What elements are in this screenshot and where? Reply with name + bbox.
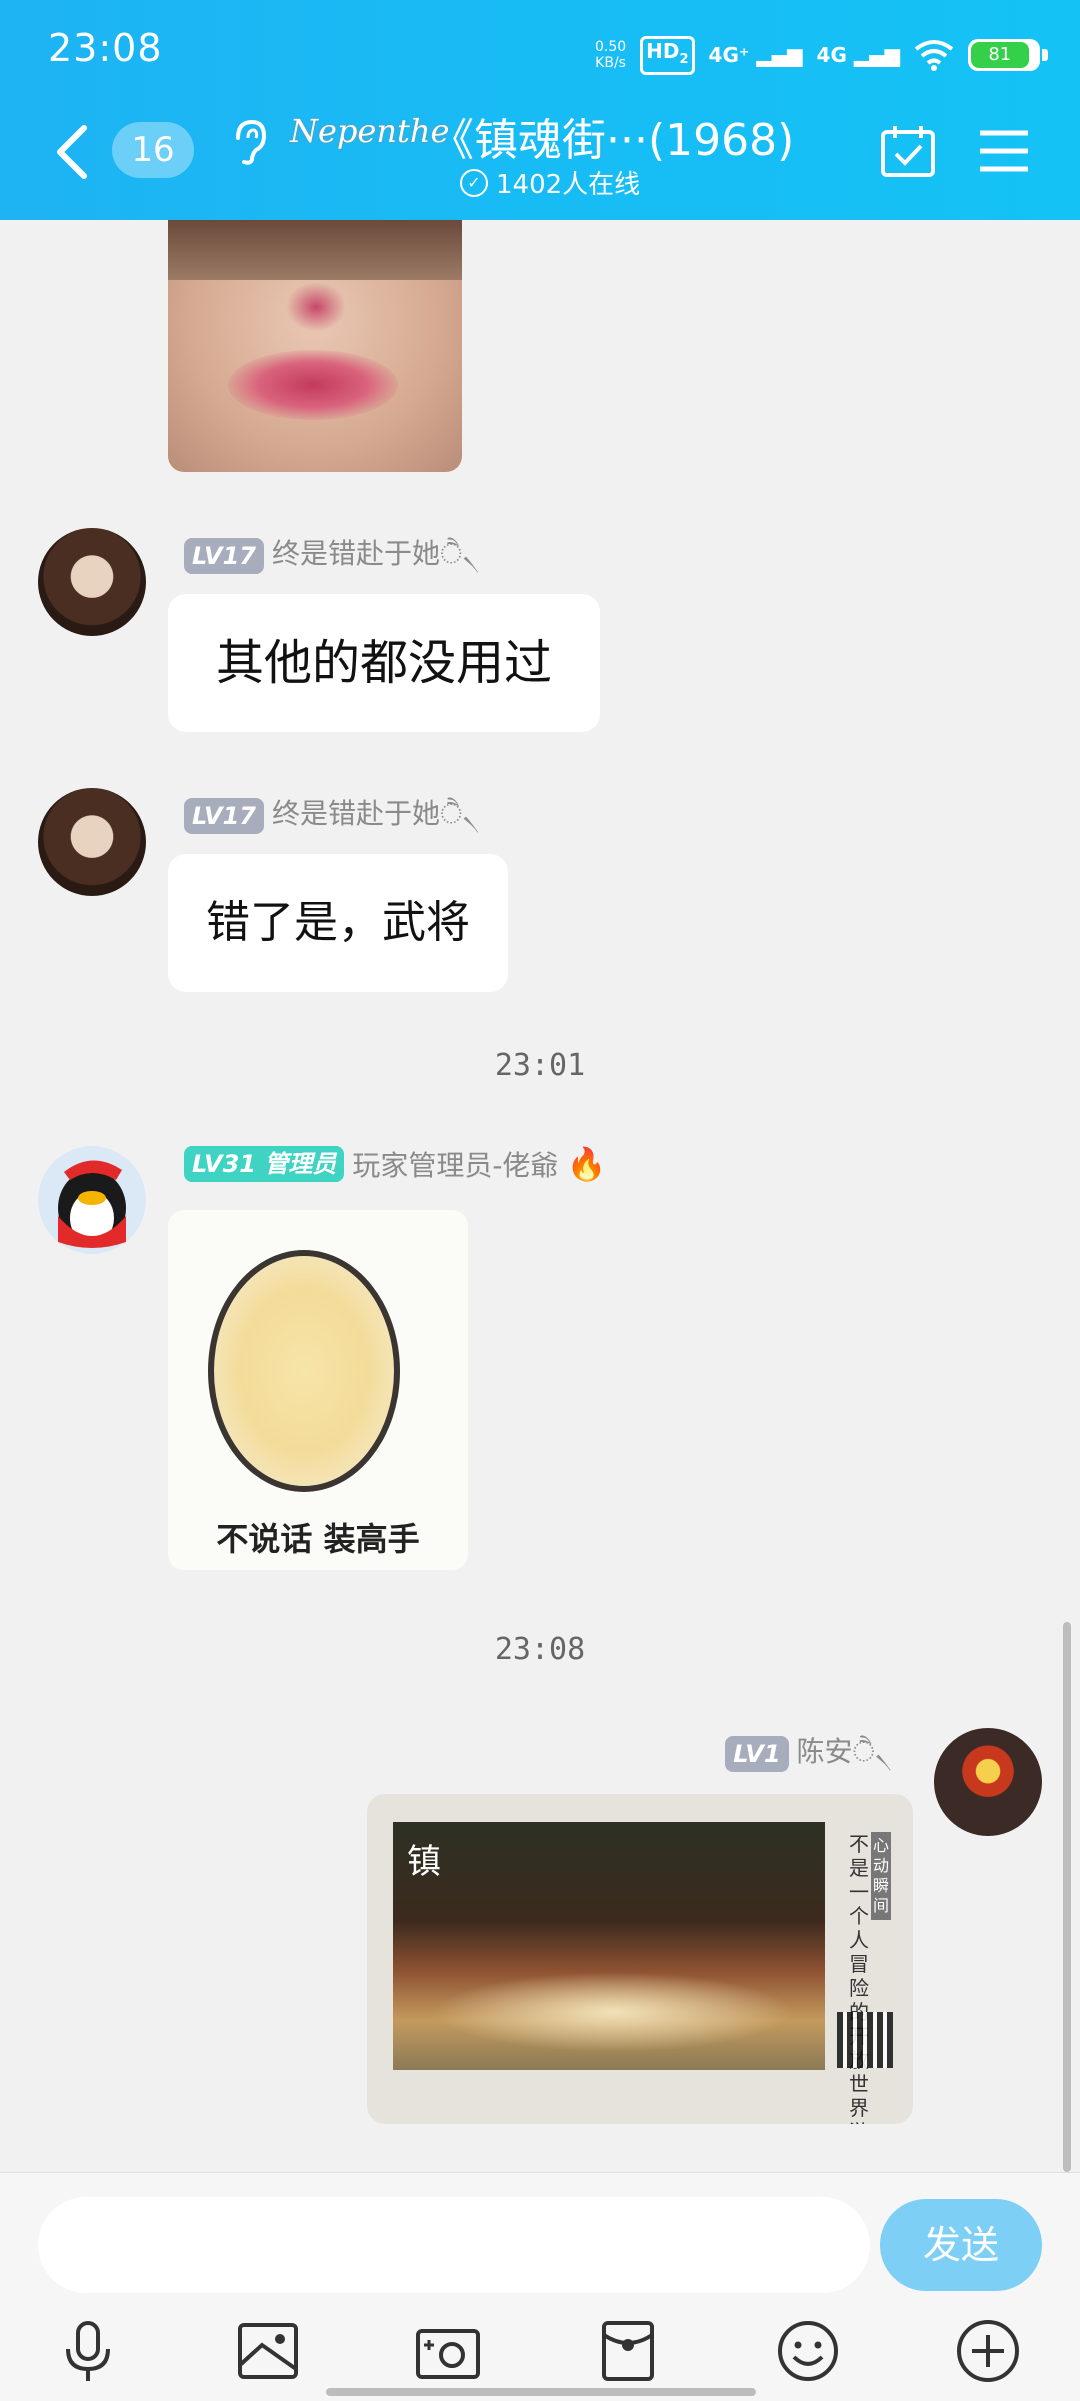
card-tag: 心动瞬间 <box>871 1832 891 1920</box>
scrollbar[interactable] <box>1063 1622 1071 2172</box>
sender-name[interactable]: 终是错赴于她ੈ৲ <box>272 792 479 839</box>
red-packet-icon[interactable] <box>592 2315 664 2387</box>
online-check-icon: ✓ <box>460 168 488 197</box>
level-badge: LV17 <box>184 797 264 834</box>
battery-level: 81 <box>971 42 1029 68</box>
message-input[interactable] <box>38 2197 870 2293</box>
avatar[interactable] <box>38 788 146 896</box>
penguin-avatar-icon <box>58 1160 126 1248</box>
calendar-check-icon[interactable] <box>880 124 936 178</box>
group-logo: Nepenthe <box>290 112 450 150</box>
qr-code-icon <box>837 2012 893 2068</box>
status-icons: 0.50 KB/s HD2 4G⁺ ▂▄▆ 4G ▂▄▆ 81 <box>594 30 1048 80</box>
home-indicator[interactable] <box>326 2388 756 2396</box>
sender-name[interactable]: 陈安ੈ৲ <box>797 1730 892 1777</box>
menu-icon[interactable] <box>978 128 1030 174</box>
admin-level-badge: LV31 管理员 <box>184 1146 345 1182</box>
message-list[interactable]: LV17 终是错赴于她ੈ৲ 其他的都没用过 LV17 终是错赴于她ੈ৲ 错了是，… <box>0 220 1080 2172</box>
sender-row: LV1 陈安ੈ৲ <box>725 1730 892 1777</box>
image-message-face[interactable] <box>168 220 462 472</box>
level-badge: LV17 <box>184 537 264 574</box>
input-bar: 发送 <box>0 2172 1080 2401</box>
image-icon[interactable] <box>232 2315 304 2387</box>
battery-icon: 81 <box>968 39 1048 71</box>
game-logo: 镇 <box>407 1842 441 1882</box>
signal-4g-icon: 4G ▂▄▆ <box>816 43 900 67</box>
game-screenshot: 镇 <box>393 1822 825 2070</box>
my-avatar[interactable] <box>934 1728 1042 1836</box>
sender-row: LV31 管理员 玩家管理员-佬爺 🔥 <box>184 1144 606 1184</box>
sender-name[interactable]: 玩家管理员-佬爺 <box>352 1144 558 1184</box>
text-message-bubble[interactable]: 其他的都没用过 <box>168 594 600 732</box>
unread-count-badge[interactable]: 16 <box>112 122 194 178</box>
signal-4g-plus-icon: 4G⁺ ▂▄▆ <box>708 43 803 67</box>
game-share-card[interactable]: 镇 不是一个人冒险的开放世界游戏 心动瞬间 <box>367 1794 913 2124</box>
sticker-message[interactable]: 不说话 装高手 <box>168 1210 468 1570</box>
group-title[interactable]: 《镇魂街···(1968) <box>430 104 794 168</box>
status-time: 23:08 <box>48 26 163 70</box>
timestamp: 23:01 <box>494 1048 586 1083</box>
back-icon[interactable] <box>52 122 92 182</box>
network-speed: 0.50 KB/s <box>594 39 627 71</box>
fire-icon: 🔥 <box>566 1145 607 1183</box>
avatar[interactable] <box>38 1146 146 1254</box>
wifi-icon <box>914 40 954 71</box>
text-message-bubble[interactable]: 错了是，武将 <box>168 854 508 992</box>
chat-header: 23:08 0.50 KB/s HD2 4G⁺ ▂▄▆ 4G ▂▄▆ 81 16… <box>0 0 1080 220</box>
online-count[interactable]: ✓ 1402人在线 <box>460 164 640 201</box>
sender-name[interactable]: 终是错赴于她ੈ৲ <box>272 532 479 579</box>
send-button[interactable]: 发送 <box>880 2199 1042 2291</box>
hd-icon: HD2 <box>640 35 695 75</box>
sender-row: LV17 终是错赴于她ੈ৲ <box>184 792 479 839</box>
ear-icon[interactable] <box>228 116 268 166</box>
sender-row: LV17 终是错赴于她ੈ৲ <box>184 532 479 579</box>
camera-icon[interactable] <box>412 2315 484 2387</box>
mic-icon[interactable] <box>52 2315 124 2387</box>
emoji-icon[interactable] <box>772 2315 844 2387</box>
sticker-caption: 不说话 装高手 <box>216 1520 420 1558</box>
game-card-side: 不是一个人冒险的开放世界游戏 心动瞬间 <box>831 1822 895 2124</box>
level-badge: LV1 <box>725 1735 789 1772</box>
timestamp: 23:08 <box>494 1632 586 1667</box>
avatar[interactable] <box>38 528 146 636</box>
plus-icon[interactable] <box>952 2315 1024 2387</box>
